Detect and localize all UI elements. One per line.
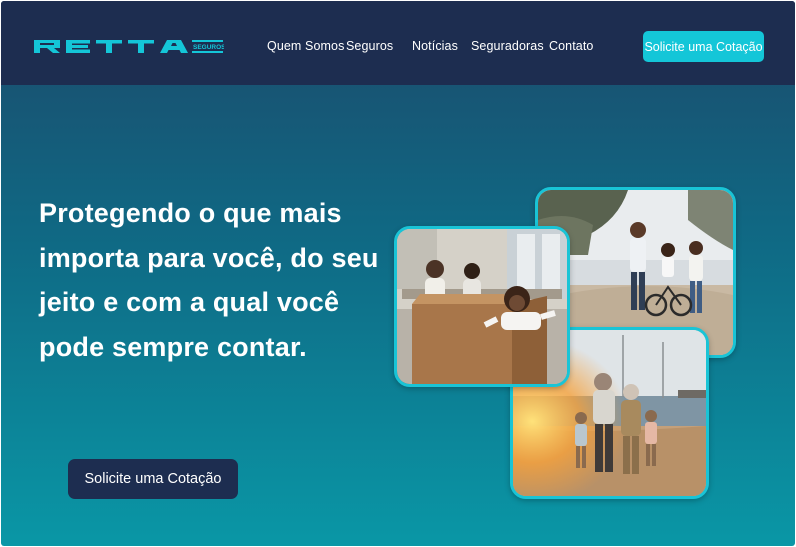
- family-moving-photo: [394, 226, 570, 387]
- page-frame: SEGUROS Quem Somos Seguros Notícias Segu…: [1, 1, 795, 546]
- nav-link-seguradoras[interactable]: Seguradoras: [471, 39, 544, 53]
- hero-headline: Protegendo o que mais importa para você,…: [39, 198, 379, 362]
- brand-logo[interactable]: SEGUROS: [32, 36, 224, 56]
- nav-link-seguros[interactable]: Seguros: [346, 39, 393, 53]
- navbar: SEGUROS Quem Somos Seguros Notícias Segu…: [1, 1, 795, 85]
- nav-link-contato[interactable]: Contato: [549, 39, 593, 53]
- quote-button-hero[interactable]: Solicite uma Cotação: [68, 459, 238, 499]
- nav-link-noticias[interactable]: Notícias: [412, 39, 458, 53]
- quote-button-header[interactable]: Solicite uma Cotação: [643, 31, 764, 62]
- nav-link-quem-somos[interactable]: Quem Somos: [267, 39, 344, 53]
- brand-tagline: SEGUROS: [193, 44, 224, 51]
- retta-logo-icon: SEGUROS: [34, 40, 224, 53]
